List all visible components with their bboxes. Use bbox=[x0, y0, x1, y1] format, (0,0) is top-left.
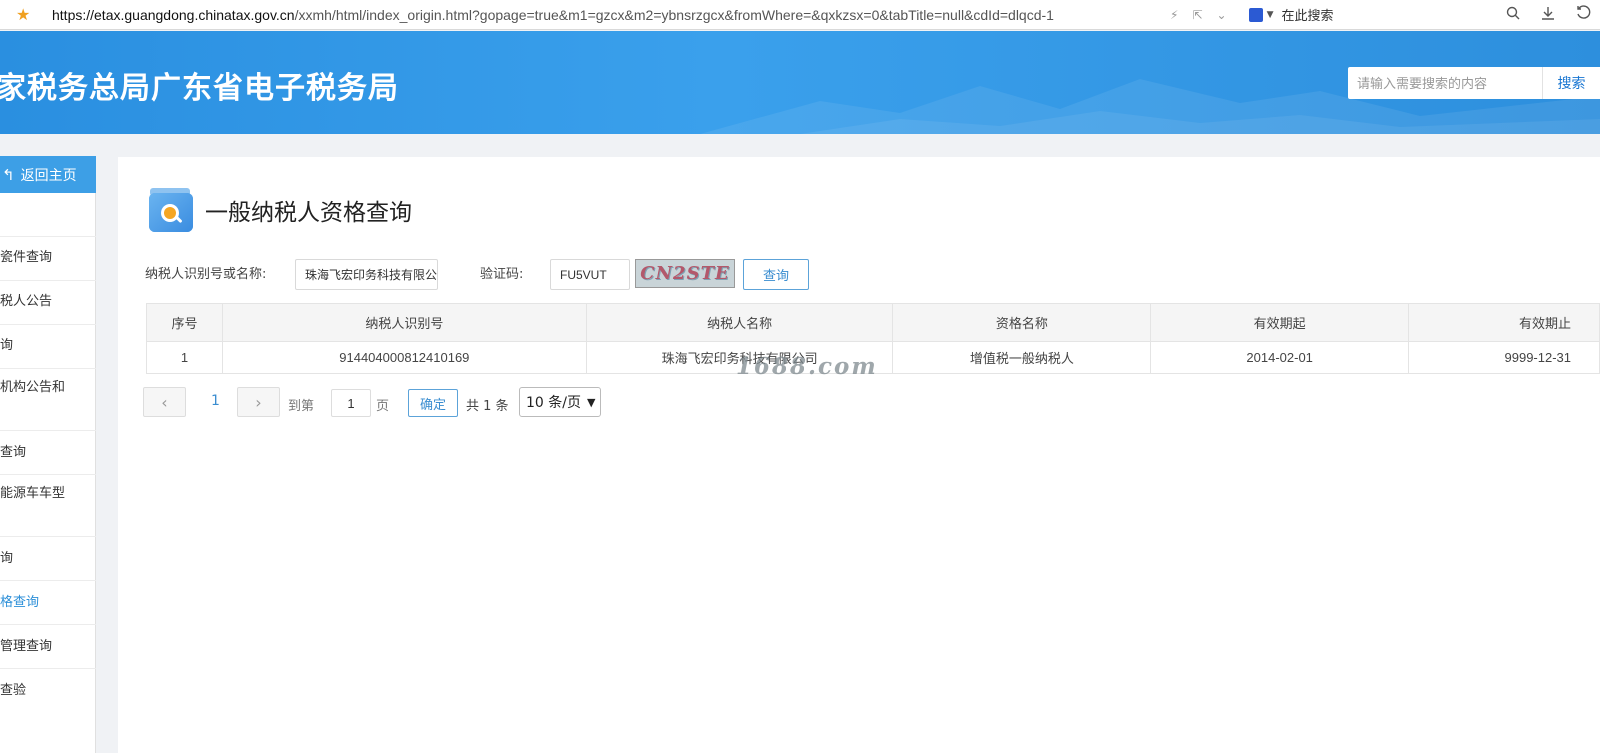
site-header: 家税务总局广东省电子税务局 搜索 bbox=[0, 31, 1600, 134]
search-query-icon bbox=[149, 188, 193, 232]
taxpayer-label: 纳税人识别号或名称: bbox=[145, 267, 267, 282]
sidebar: ↰ 返回主页 瓷件查询 税人公告 询 机构公告和 查询 能源车车型 询 格查询 … bbox=[0, 156, 96, 753]
page-size-value: 10 条/页 bbox=[526, 395, 581, 411]
back-home-label: 返回主页 bbox=[20, 167, 77, 184]
browser-search-box[interactable]: ▼ 在此搜索 bbox=[1248, 5, 1334, 24]
column-header: 纳税人识别号 bbox=[221, 303, 587, 342]
search-icon[interactable] bbox=[1506, 6, 1520, 24]
column-header: 有效期止 bbox=[1408, 303, 1600, 342]
table-cell-valid-from: 2014-02-01 bbox=[1150, 341, 1410, 374]
sidebar-item[interactable]: 机构公告和 bbox=[0, 369, 96, 431]
table-cell-valid-to: 9999-12-31 bbox=[1408, 341, 1600, 374]
captcha-input[interactable] bbox=[550, 259, 630, 290]
captcha-label: 验证码: bbox=[480, 267, 524, 282]
sidebar-item-blank[interactable] bbox=[0, 193, 96, 237]
sidebar-item[interactable]: 管理查询 bbox=[0, 625, 96, 669]
browser-address-bar: ★ https://etax.guangdong.chinatax.gov.cn… bbox=[0, 0, 1600, 30]
share-icon[interactable]: ⇱ bbox=[1192, 8, 1202, 22]
header-search-button[interactable]: 搜索 bbox=[1542, 67, 1600, 99]
url-path: /xxmh/html/index_origin.html?gopage=true… bbox=[294, 6, 1054, 23]
browser-tools bbox=[1506, 0, 1592, 30]
sidebar-item[interactable]: 瓷件查询 bbox=[0, 237, 96, 281]
browser-search-label: 在此搜索 bbox=[1281, 9, 1334, 24]
sidebar-item[interactable]: 查验 bbox=[0, 669, 96, 713]
main-panel: 一般纳税人资格查询 纳税人识别号或名称: 验证码: CN2STE 查询 序号 纳… bbox=[118, 157, 1600, 753]
sidebar-item-active[interactable]: 格查询 bbox=[0, 581, 96, 625]
page-unit-label: 页 bbox=[376, 399, 390, 414]
page-title: 一般纳税人资格查询 bbox=[205, 200, 412, 226]
captcha-image[interactable]: CN2STE bbox=[635, 259, 735, 288]
goto-page-input[interactable] bbox=[331, 389, 371, 417]
next-page-button[interactable]: › bbox=[237, 387, 280, 417]
sidebar-item[interactable]: 询 bbox=[0, 537, 96, 581]
goto-confirm-button[interactable]: 确定 bbox=[408, 389, 458, 417]
download-icon[interactable] bbox=[1540, 5, 1556, 25]
goto-label: 到第 bbox=[288, 399, 315, 414]
sidebar-item[interactable]: 查询 bbox=[0, 431, 96, 475]
url-field[interactable]: https://etax.guangdong.chinatax.gov.cn/x… bbox=[52, 7, 1162, 23]
caret-down-icon: ▼ bbox=[1266, 9, 1274, 20]
column-header: 纳税人名称 bbox=[585, 303, 894, 342]
query-button[interactable]: 查询 bbox=[743, 259, 809, 290]
header-search-input[interactable] bbox=[1348, 67, 1542, 99]
address-bar-actions: ⚡ ⇱ ⌄ bbox=[1170, 8, 1227, 22]
url-host: https://etax.guangdong.chinatax.gov.cn bbox=[52, 6, 295, 23]
total-count: 共 1 条 bbox=[466, 399, 509, 414]
sidebar-item[interactable]: 税人公告 bbox=[0, 281, 96, 325]
column-header: 有效期起 bbox=[1150, 303, 1410, 342]
table-cell-taxpayer-id: 914404000812410169 bbox=[221, 341, 587, 374]
table-header-row: 序号 纳税人识别号 纳税人名称 资格名称 有效期起 有效期止 bbox=[146, 303, 1600, 342]
page-size-select[interactable]: 10 条/页 ▼ bbox=[519, 387, 601, 417]
chevron-down-icon: ▼ bbox=[586, 395, 596, 409]
table-cell-index: 1 bbox=[146, 341, 223, 374]
undo-icon[interactable] bbox=[1576, 5, 1592, 25]
chevron-down-icon[interactable]: ⌄ bbox=[1217, 8, 1227, 22]
sidebar-item[interactable]: 能源车车型 bbox=[0, 475, 96, 537]
current-page-number[interactable]: 1 bbox=[211, 393, 220, 409]
bookmark-star-icon[interactable]: ★ bbox=[16, 6, 32, 23]
site-title: 家税务总局广东省电子税务局 bbox=[0, 71, 399, 106]
search-engine-icon bbox=[1248, 7, 1263, 22]
reply-arrow-icon: ↰ bbox=[2, 165, 15, 184]
watermark: 1688.com bbox=[736, 353, 878, 380]
back-home-button[interactable]: ↰ 返回主页 bbox=[0, 156, 96, 193]
prev-page-button[interactable]: ‹ bbox=[143, 387, 186, 417]
table-cell-qualification: 增值税一般纳税人 bbox=[892, 341, 1152, 374]
sidebar-item[interactable]: 询 bbox=[0, 325, 96, 369]
lightning-icon[interactable]: ⚡ bbox=[1170, 8, 1178, 22]
column-header: 序号 bbox=[146, 303, 223, 342]
taxpayer-input[interactable] bbox=[295, 259, 438, 290]
column-header: 资格名称 bbox=[892, 303, 1152, 342]
